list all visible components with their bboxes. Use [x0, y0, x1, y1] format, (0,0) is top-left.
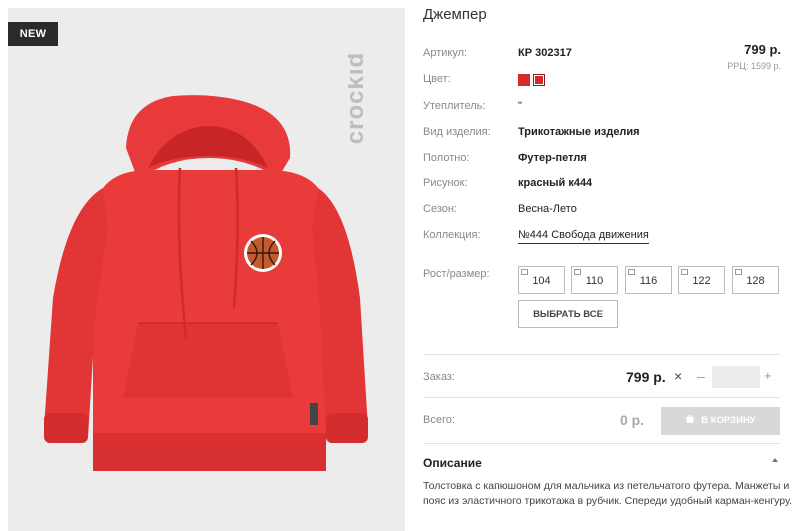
attr-label-collection: Коллекция: — [423, 229, 481, 241]
svg-text:crockid: crockid — [348, 52, 369, 144]
size-option-116[interactable]: 116 — [625, 266, 672, 294]
attr-value-article: КР 302317 — [518, 47, 572, 59]
divider — [423, 354, 780, 355]
select-all-sizes-button[interactable]: ВЫБРАТЬ ВСЕ — [518, 300, 618, 328]
color-swatch-red[interactable] — [518, 74, 530, 86]
product-photo[interactable]: NEW crockid — [8, 8, 405, 531]
new-badge: NEW — [8, 22, 58, 46]
size-note-icon — [521, 269, 528, 275]
divider — [423, 397, 780, 398]
attr-label-article: Артикул: — [423, 47, 468, 59]
multiply-icon: × — [674, 368, 683, 384]
brand-logo: crockid — [348, 52, 369, 144]
collapse-chevron-icon[interactable] — [772, 458, 778, 462]
description-title: Описание — [423, 456, 482, 470]
size-note-icon — [681, 269, 688, 275]
attr-value-fabric: Футер-петля — [518, 152, 587, 164]
attr-label-fabric: Полотно: — [423, 152, 470, 164]
size-option-122[interactable]: 122 — [678, 266, 725, 294]
size-note-icon — [574, 269, 581, 275]
order-price: 799 р. — [626, 369, 666, 385]
color-swatch-selected[interactable] — [533, 74, 545, 86]
attr-value-insulation: " — [518, 100, 522, 112]
attr-value-pattern: красный к444 — [518, 177, 593, 189]
collection-link[interactable]: №444 Свобода движения — [518, 229, 649, 244]
rrp-price: РРЦ: 1599 р. — [727, 61, 781, 71]
divider — [423, 443, 780, 444]
attr-value-season: Весна-Лето — [518, 203, 577, 215]
total-value: 0 р. — [620, 412, 645, 428]
product-price: 799 р. — [744, 42, 781, 57]
attr-label-color: Цвет: — [423, 73, 451, 85]
size-note-icon — [628, 269, 635, 275]
size-option-104[interactable]: 104 — [518, 266, 565, 294]
size-option-128[interactable]: 128 — [732, 266, 779, 294]
total-label: Всего: — [423, 414, 455, 426]
order-label: Заказ: — [423, 371, 455, 383]
add-to-cart-button[interactable]: В КОРЗИНУ — [661, 407, 780, 435]
size-option-110[interactable]: 110 — [571, 266, 618, 294]
quantity-increment-button[interactable]: + — [764, 368, 772, 383]
quantity-input[interactable] — [712, 366, 760, 388]
description-text: Толстовка с капюшоном для мальчика из пе… — [423, 480, 793, 507]
product-title: Джемпер — [423, 6, 487, 23]
attr-label-insulation: Утеплитель: — [423, 100, 486, 112]
attr-label-season: Сезон: — [423, 203, 457, 215]
attr-label-pattern: Рисунок: — [423, 177, 468, 189]
attr-value-type: Трикотажные изделия — [518, 126, 640, 138]
hoodie-image — [44, 95, 368, 471]
cart-icon — [686, 415, 695, 424]
size-label: Рост/размер: — [423, 268, 490, 280]
attr-label-type: Вид изделия: — [423, 126, 491, 138]
quantity-decrement-button[interactable]: – — [697, 368, 705, 384]
size-note-icon — [735, 269, 742, 275]
